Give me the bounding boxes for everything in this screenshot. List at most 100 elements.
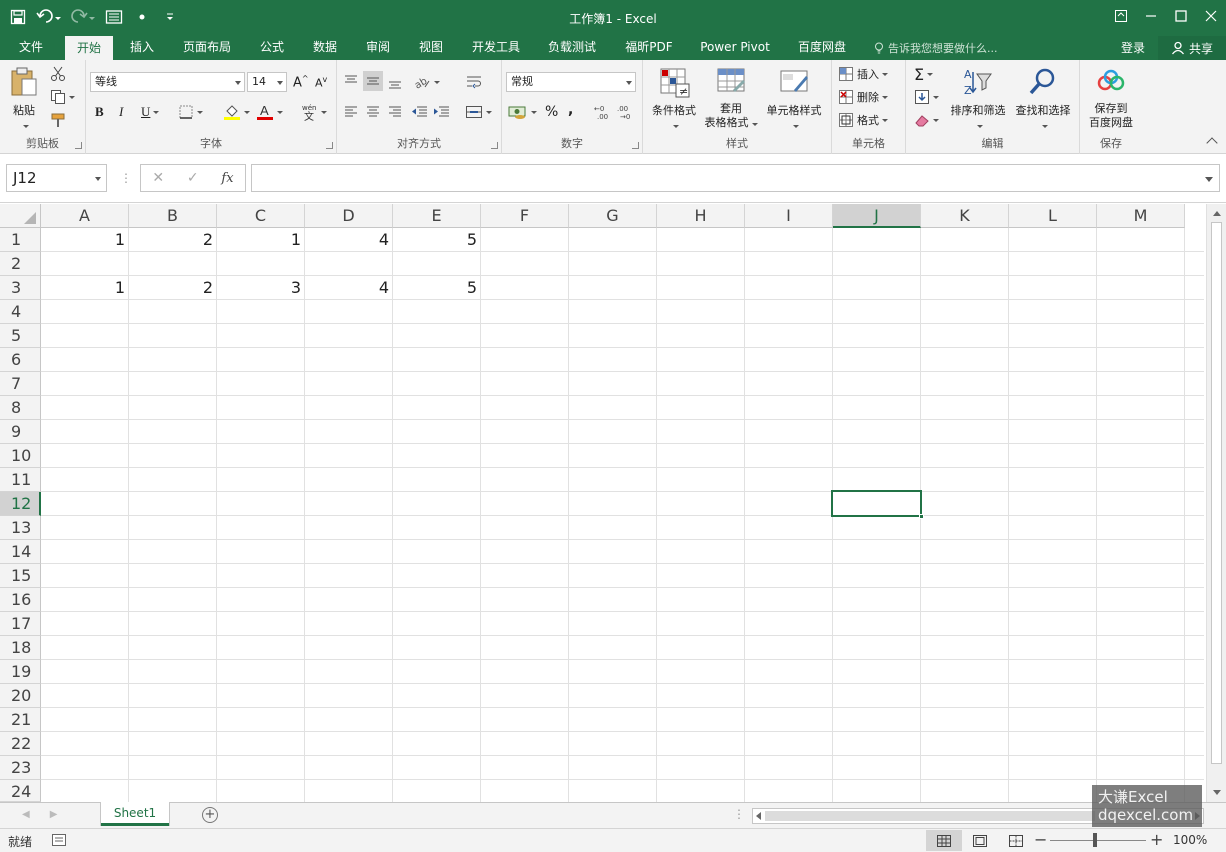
tab-page-layout[interactable]: 页面布局 — [176, 36, 238, 60]
page-break-view-button[interactable] — [998, 830, 1034, 851]
cell-E3[interactable]: 5 — [393, 276, 481, 300]
zoom-slider[interactable] — [1050, 840, 1146, 841]
sheet-tab[interactable]: Sheet1 — [101, 802, 169, 826]
login-link[interactable]: 登录 — [1121, 39, 1145, 56]
column-header-L[interactable]: L — [1009, 204, 1097, 228]
row-header-1[interactable]: 1 — [0, 228, 41, 252]
tab-power-pivot[interactable]: Power Pivot — [694, 36, 776, 60]
row-header-3[interactable]: 3 — [0, 276, 41, 300]
redo-icon[interactable] — [68, 5, 98, 29]
find-select-button[interactable]: 查找和选择 — [1010, 66, 1076, 132]
scroll-left-icon[interactable] — [756, 812, 761, 820]
cut-button[interactable] — [50, 64, 66, 84]
cell-B3[interactable]: 2 — [129, 276, 217, 300]
font-color-button[interactable]: A — [256, 102, 283, 122]
row-header-24[interactable]: 24 — [0, 780, 41, 802]
number-format-combo[interactable]: 常规 — [506, 72, 636, 92]
align-left-button[interactable] — [343, 102, 359, 122]
align-top-button[interactable] — [343, 72, 359, 92]
increase-font-button[interactable]: A^ — [293, 72, 309, 92]
vertical-scrollbar[interactable] — [1206, 204, 1226, 802]
increase-decimal-button[interactable]: ←0.00 — [594, 102, 612, 122]
column-header-D[interactable]: D — [305, 204, 393, 228]
column-header-A[interactable]: A — [41, 204, 129, 228]
touch-mode-icon[interactable] — [102, 5, 126, 29]
insert-function-icon[interactable]: fx — [221, 171, 233, 186]
fill-handle[interactable] — [919, 514, 924, 519]
tab-splitter-icon[interactable]: ⋮ — [733, 807, 745, 821]
row-header-15[interactable]: 15 — [0, 564, 41, 588]
tab-insert[interactable]: 插入 — [122, 36, 162, 60]
row-header-5[interactable]: 5 — [0, 324, 41, 348]
dot-icon[interactable] — [130, 5, 154, 29]
row-header-2[interactable]: 2 — [0, 252, 41, 276]
comma-button[interactable]: , — [568, 100, 573, 120]
vertical-scroll-thumb[interactable] — [1211, 222, 1222, 764]
ribbon-display-options-icon[interactable] — [1106, 0, 1136, 32]
font-launcher-icon[interactable] — [326, 142, 333, 149]
font-name-combo[interactable]: 等线 — [90, 72, 245, 92]
tab-review[interactable]: 审阅 — [358, 36, 398, 60]
cancel-icon[interactable]: ✕ — [152, 170, 164, 186]
cell-area[interactable]: 1214512345 — [41, 228, 1204, 802]
fill-button[interactable] — [914, 87, 939, 107]
row-header-13[interactable]: 13 — [0, 516, 41, 540]
row-header-10[interactable]: 10 — [0, 444, 41, 468]
macro-record-icon[interactable] — [52, 834, 66, 846]
decrease-decimal-button[interactable]: .00 →0 — [617, 102, 635, 122]
tab-home[interactable]: 开始 — [65, 36, 113, 60]
active-cell-selection[interactable] — [831, 490, 924, 519]
tab-load-test[interactable]: 负载测试 — [541, 36, 603, 60]
clear-button[interactable] — [914, 110, 939, 130]
number-launcher-icon[interactable] — [632, 142, 639, 149]
next-sheet-icon[interactable]: ▶ — [50, 809, 58, 820]
insert-cells-button[interactable]: 插入 — [838, 64, 888, 84]
row-header-6[interactable]: 6 — [0, 348, 41, 372]
tab-formulas[interactable]: 公式 — [252, 36, 292, 60]
underline-button[interactable]: U — [141, 102, 160, 122]
cell-C3[interactable]: 3 — [217, 276, 305, 300]
clipboard-launcher-icon[interactable] — [75, 142, 82, 149]
tab-baidu-netdisk[interactable]: 百度网盘 — [790, 36, 854, 60]
normal-view-button[interactable] — [926, 830, 962, 851]
prev-sheet-icon[interactable]: ◀ — [22, 809, 30, 820]
zoom-in-icon[interactable]: + — [1150, 830, 1163, 849]
alignment-launcher-icon[interactable] — [491, 142, 498, 149]
maximize-icon[interactable] — [1166, 0, 1196, 32]
horizontal-scroll-thumb[interactable] — [765, 811, 1095, 821]
tab-foxit-pdf[interactable]: 福昕PDF — [618, 36, 680, 60]
column-header-E[interactable]: E — [393, 204, 481, 228]
zoom-slider-thumb[interactable] — [1093, 833, 1097, 847]
increase-indent-button[interactable] — [433, 102, 451, 122]
name-box[interactable]: J12 — [6, 164, 107, 192]
row-header-11[interactable]: 11 — [0, 468, 41, 492]
format-as-table-button[interactable]: 套用 表格格式 — [701, 66, 761, 130]
new-sheet-icon[interactable]: + — [202, 807, 218, 823]
column-header-B[interactable]: B — [129, 204, 217, 228]
scroll-down-icon[interactable] — [1211, 786, 1223, 798]
format-painter-button[interactable] — [50, 110, 66, 130]
align-center-button[interactable] — [365, 102, 381, 122]
page-layout-view-button[interactable] — [962, 830, 998, 851]
customize-qat-icon[interactable] — [158, 5, 182, 29]
decrease-indent-button[interactable] — [411, 102, 429, 122]
row-header-18[interactable]: 18 — [0, 636, 41, 660]
column-header-F[interactable]: F — [481, 204, 569, 228]
paste-button[interactable]: 粘贴 — [6, 66, 42, 132]
column-header-G[interactable]: G — [569, 204, 657, 228]
align-middle-button[interactable] — [363, 71, 383, 91]
enter-icon[interactable]: ✓ — [187, 170, 199, 186]
formula-bar-splitter-icon[interactable]: ⋮ — [120, 171, 132, 185]
scroll-up-icon[interactable] — [1211, 208, 1223, 220]
delete-cells-button[interactable]: 删除 — [838, 87, 888, 107]
formula-input[interactable] — [251, 164, 1220, 192]
align-right-button[interactable] — [387, 102, 403, 122]
tell-me-box[interactable]: 告诉我您想要做什么... — [874, 40, 998, 56]
sort-filter-button[interactable]: AZ 排序和筛选 — [946, 66, 1010, 132]
tab-view[interactable]: 视图 — [411, 36, 451, 60]
row-header-9[interactable]: 9 — [0, 420, 41, 444]
fill-color-button[interactable] — [223, 102, 250, 122]
column-header-K[interactable]: K — [921, 204, 1009, 228]
row-header-23[interactable]: 23 — [0, 756, 41, 780]
row-header-16[interactable]: 16 — [0, 588, 41, 612]
